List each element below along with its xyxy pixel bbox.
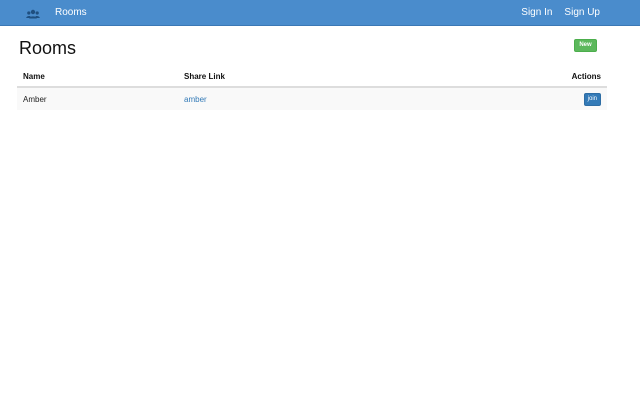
column-header-share-link: Share Link — [178, 67, 407, 88]
table-header-row: Name Share Link Actions — [17, 67, 607, 88]
sign-up-link[interactable]: Sign Up — [564, 0, 600, 26]
column-header-name: Name — [17, 67, 178, 88]
brand-link[interactable]: Rooms — [55, 0, 87, 26]
share-link-cell: amber — [178, 87, 407, 110]
table-row: Amber amber join — [17, 87, 607, 110]
room-name-cell: Amber — [17, 87, 178, 110]
top-navbar: Rooms Sign In Sign Up — [0, 0, 640, 26]
share-link[interactable]: amber — [184, 95, 207, 104]
join-button[interactable]: join — [583, 92, 601, 106]
nav-right-links: Sign In Sign Up — [521, 0, 600, 26]
sign-in-link[interactable]: Sign In — [521, 0, 552, 26]
actions-cell: join — [406, 87, 607, 110]
users-icon[interactable] — [26, 7, 40, 19]
column-header-actions: Actions — [406, 67, 607, 88]
rooms-table: Name Share Link Actions Amber amber join — [17, 67, 607, 110]
page-title: Rooms — [19, 38, 77, 58]
new-room-button[interactable]: New — [574, 39, 597, 52]
